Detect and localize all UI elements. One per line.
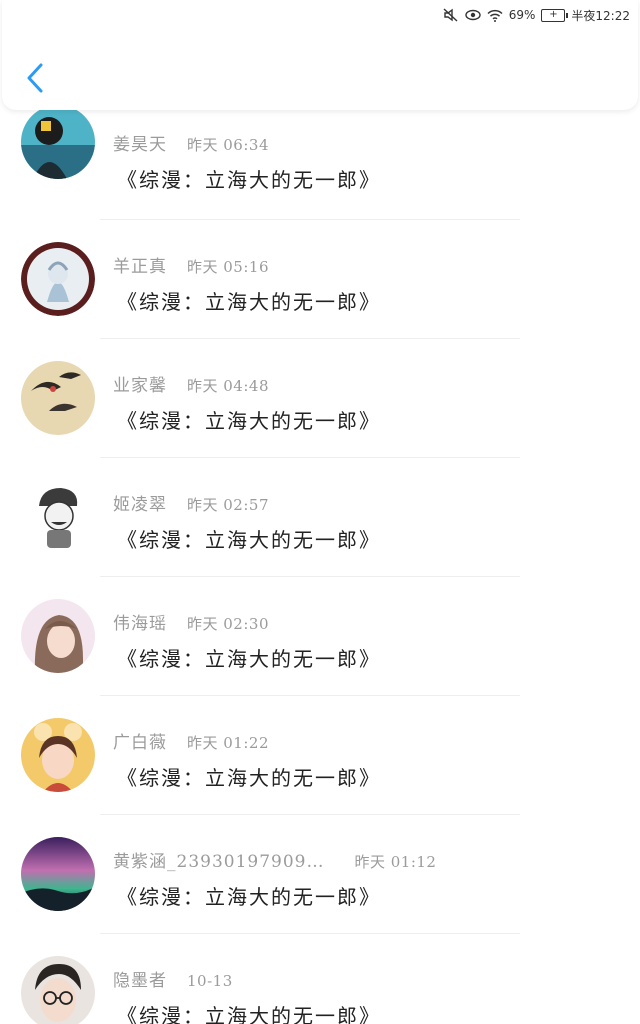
book-title: 《综漫：立海大的无一郎》 [117,528,381,552]
list-item[interactable]: 黄紫涵_23930197909… 昨天 01:12 《综漫：立海大的无一郎》 [0,815,640,934]
list-item[interactable]: 业家馨 昨天 04:48 《综漫：立海大的无一郎》 [0,339,640,458]
timestamp: 昨天 01:22 [187,734,269,752]
item-meta: 广白薇 昨天 01:22 [113,728,269,753]
timestamp: 昨天 06:34 [187,136,269,154]
username: 隐墨者 [113,971,167,991]
book-title: 《综漫：立海大的无一郎》 [117,766,381,790]
book-title: 《综漫：立海大的无一郎》 [117,409,381,433]
username: 伟海瑶 [113,614,167,634]
timestamp: 昨天 05:16 [187,258,269,276]
username: 黄紫涵_23930197909… [113,852,325,872]
timestamp: 昨天 01:12 [354,853,437,871]
username: 业家馨 [113,376,167,396]
item-meta: 姬凌翠 昨天 02:57 [113,490,269,515]
username: 姜昊天 [113,135,167,155]
list-item[interactable]: 羊正真 昨天 05:16 《综漫：立海大的无一郎》 [0,220,640,339]
reader-list: 姜昊天 昨天 06:34 《综漫：立海大的无一郎》 羊正真 昨天 05:16 《… [0,100,640,1024]
back-button[interactable] [20,58,50,98]
eye-icon [465,9,481,21]
avatar[interactable] [21,242,95,316]
list-item[interactable]: 姜昊天 昨天 06:34 《综漫：立海大的无一郎》 [0,100,640,220]
book-title: 《综漫：立海大的无一郎》 [117,168,381,192]
item-meta: 黄紫涵_23930197909… 昨天 01:12 [113,847,436,872]
avatar[interactable] [21,599,95,673]
username: 广白薇 [113,733,167,753]
avatar[interactable] [21,837,95,911]
avatar[interactable] [21,956,95,1024]
mute-icon [443,8,459,22]
timestamp: 昨天 02:57 [187,496,269,514]
item-meta: 伟海瑶 昨天 02:30 [113,609,269,634]
battery-icon: + [541,8,569,22]
status-bar: 69% + 半夜12:22 [0,0,640,30]
battery-percent: 69% [508,8,536,22]
username: 羊正真 [113,257,167,277]
avatar[interactable] [21,105,95,179]
avatar[interactable] [21,480,95,554]
avatar[interactable] [21,718,95,792]
clock: 半夜12:22 [571,8,630,23]
avatar[interactable] [21,361,95,435]
list-item[interactable]: 广白薇 昨天 01:22 《综漫：立海大的无一郎》 [0,696,640,815]
username: 姬凌翠 [113,495,167,515]
book-title: 《综漫：立海大的无一郎》 [117,290,381,314]
list-item[interactable]: 隐墨者 10-13 《综漫：立海大的无一郎》 [0,934,640,1024]
book-title: 《综漫：立海大的无一郎》 [117,647,381,671]
item-meta: 羊正真 昨天 05:16 [113,252,269,277]
book-title: 《综漫：立海大的无一郎》 [117,885,381,909]
timestamp: 昨天 04:48 [187,377,269,395]
list-item[interactable]: 伟海瑶 昨天 02:30 《综漫：立海大的无一郎》 [0,577,640,696]
item-meta: 姜昊天 昨天 06:34 [113,130,269,155]
list-item[interactable]: 姬凌翠 昨天 02:57 《综漫：立海大的无一郎》 [0,458,640,577]
book-title: 《综漫：立海大的无一郎》 [117,1004,381,1024]
item-meta: 隐墨者 10-13 [113,966,233,991]
wifi-icon [487,9,503,22]
timestamp: 10-13 [187,972,233,990]
item-meta: 业家馨 昨天 04:48 [113,371,269,396]
chevron-left-icon [27,63,43,93]
screen: 69% + 半夜12:22 姜昊天 昨天 06:34 《综漫：立海大的无一郎》 … [0,0,640,1024]
timestamp: 昨天 02:30 [187,615,269,633]
